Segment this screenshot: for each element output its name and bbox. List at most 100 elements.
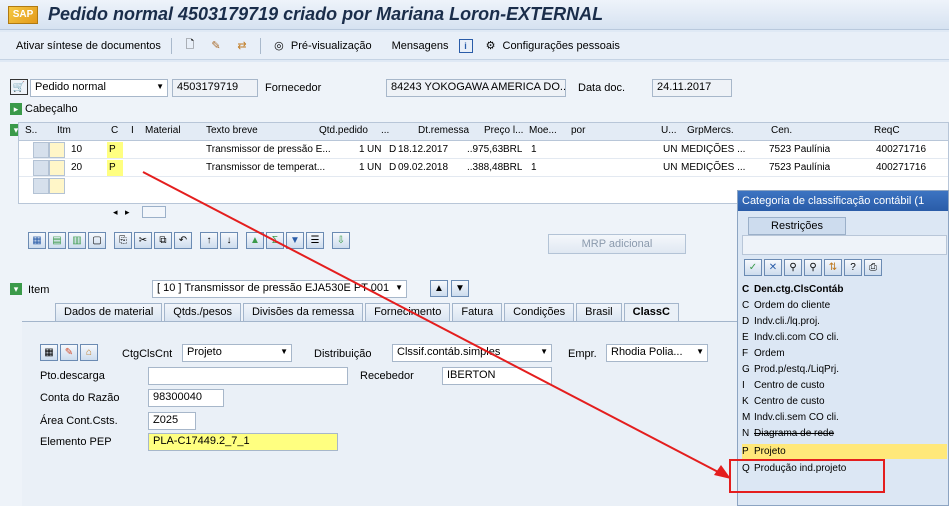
personal-settings-button[interactable]: ⚙ Configurações pessoais [483, 38, 620, 54]
item-select[interactable]: [ 10 ] Transmissor de pressão EJA530E PT… [152, 280, 407, 298]
column-header[interactable]: Itm [57, 125, 71, 136]
acct-category-select[interactable]: Projeto [182, 344, 292, 362]
popup-restrictions-tab[interactable]: Restrições [748, 217, 846, 235]
find-next-icon[interactable]: ⚲ [804, 259, 822, 276]
vendor-field[interactable]: 84243 YOKOGAWA AMERICA DO... [386, 79, 566, 97]
wbs-element-field[interactable]: PLA-C17449.2_7_1 [148, 433, 338, 451]
recipient-field[interactable]: IBERTON [442, 367, 552, 385]
short-text[interactable]: Transmissor de temperat... [204, 160, 334, 176]
scroll-handle[interactable] [142, 206, 166, 218]
cancel-icon[interactable]: ✕ [764, 259, 782, 276]
price-unit[interactable]: 1 [529, 160, 537, 176]
date-type[interactable]: D [387, 160, 396, 176]
edit-icon[interactable]: ✎ [60, 344, 78, 361]
sort-desc-icon[interactable]: ↓ [220, 232, 238, 249]
table-row[interactable]: 20 P Transmissor de temperat... 1 UN D 0… [19, 160, 948, 177]
tab-account-assignment[interactable]: ClassC [623, 303, 679, 321]
info-button[interactable]: i [458, 38, 473, 53]
row-selector[interactable] [49, 142, 65, 158]
layout-icon[interactable]: ☰ [306, 232, 324, 249]
filter-set-icon[interactable]: ▼ [286, 232, 304, 249]
quantity[interactable]: 1 [357, 142, 365, 158]
item-expand-icon[interactable]: ▾ [10, 283, 22, 295]
help-icon[interactable]: ? [844, 259, 862, 276]
messages-button[interactable]: Mensagens [392, 40, 449, 52]
tab-brazil[interactable]: Brasil [576, 303, 622, 321]
net-price[interactable]: ..975,63 [465, 142, 503, 158]
find-icon[interactable]: ⚲ [784, 259, 802, 276]
column-header[interactable]: Moe... [529, 125, 557, 136]
list-item[interactable]: K Centro de custo [742, 394, 947, 409]
company-select[interactable]: Rhodia Polia... [606, 344, 708, 362]
scroll-right-icon[interactable]: ▸ [125, 207, 130, 218]
column-header[interactable]: I [131, 125, 134, 136]
doc-number-field[interactable]: 4503179719 [172, 79, 258, 97]
net-price[interactable]: ..388,48 [465, 160, 503, 176]
sum-icon[interactable]: Σ [266, 232, 284, 249]
column-header[interactable]: S.. [25, 125, 37, 136]
filter-icon[interactable]: ▲ [246, 232, 264, 249]
previous-item-icon[interactable]: ▲ [430, 280, 448, 297]
column-header[interactable]: Texto breve [206, 125, 258, 136]
table-row[interactable]: 10 P Transmissor de pressão E... 1 UN D … [19, 142, 948, 159]
list-item[interactable]: I Centro de custo [742, 378, 947, 393]
list-item[interactable]: F Ordem [742, 346, 947, 361]
doc-summary-button[interactable]: Ativar síntese de documentos [16, 40, 161, 52]
copy-icon[interactable]: ⎘ [114, 232, 132, 249]
item-number[interactable]: 10 [69, 142, 109, 158]
sort-asc-icon[interactable]: ↑ [200, 232, 218, 249]
confirm-icon[interactable]: ✓ [744, 259, 762, 276]
column-header[interactable]: ReqC [874, 125, 900, 136]
sort-icon[interactable]: ⇅ [824, 259, 842, 276]
unit[interactable]: UN [661, 160, 677, 176]
doc-date-field[interactable]: 24.11.2017 [652, 79, 732, 97]
delete-icon[interactable]: ▢ [88, 232, 106, 249]
date-type[interactable]: D [387, 142, 396, 158]
column-header[interactable]: por [571, 125, 585, 136]
currency[interactable]: BRL [501, 142, 522, 158]
tab-conditions[interactable]: Condições [504, 303, 575, 321]
tab-invoice[interactable]: Fatura [452, 303, 503, 321]
material-group[interactable]: MEDIÇÕES ... [679, 142, 764, 158]
unit[interactable]: UN [661, 142, 677, 158]
row-selector[interactable] [33, 142, 49, 158]
details-icon[interactable]: ▦ [28, 232, 46, 249]
tab-material-data[interactable]: Dados de material [55, 303, 163, 321]
currency[interactable]: BRL [501, 160, 522, 176]
column-header[interactable]: Qtd.pedido [319, 125, 368, 136]
export-icon[interactable]: ⇩ [332, 232, 350, 249]
doc-type-select[interactable]: Pedido normal [30, 79, 168, 97]
controlling-area-field[interactable]: Z025 [148, 412, 196, 430]
house-icon[interactable]: ⌂ [80, 344, 98, 361]
display-change-button[interactable]: ✎ [208, 38, 224, 54]
list-item[interactable]: G Prod.p/estq./LiqPrj. [742, 362, 947, 377]
tab-delivery-schedule[interactable]: Divisões da remessa [242, 303, 364, 321]
column-header[interactable]: ... [381, 125, 389, 136]
plant[interactable]: 7523 Paulínia [767, 160, 830, 176]
print-icon[interactable]: ⎙ [864, 259, 882, 276]
row-selector[interactable] [49, 178, 65, 194]
row-selector[interactable] [49, 160, 65, 176]
requisition[interactable]: 400271716 [874, 142, 926, 158]
row-selector[interactable] [33, 160, 49, 176]
list-item[interactable]: M Indv.cli.sem CO cli. [742, 410, 947, 425]
next-item-icon[interactable]: ▼ [451, 280, 469, 297]
other-document-button[interactable]: ⇄ [234, 38, 250, 54]
order-unit[interactable]: UN [365, 142, 381, 158]
unloading-point-field[interactable] [148, 367, 348, 385]
new-document-button[interactable]: 🗋 [182, 38, 198, 54]
column-header[interactable]: Dt.remessa [418, 125, 469, 136]
select-all-icon[interactable]: ▤ [48, 232, 66, 249]
column-header[interactable]: Cen. [771, 125, 792, 136]
acct-assignment-cell[interactable]: P [107, 160, 123, 176]
gl-account-field[interactable]: 98300040 [148, 389, 224, 407]
delivery-date[interactable]: 09.02.2018 [396, 160, 448, 176]
list-item[interactable]: D Indv.cli./lq.proj. [742, 314, 947, 329]
short-text[interactable]: Transmissor de pressão E... [204, 142, 334, 158]
list-item-selected[interactable]: P Projeto [742, 444, 947, 459]
material-group[interactable]: MEDIÇÕES ... [679, 160, 764, 176]
list-item[interactable]: E Indv.cli.com CO cli. [742, 330, 947, 345]
list-item[interactable]: C Ordem do cliente [742, 298, 947, 313]
quantity[interactable]: 1 [357, 160, 365, 176]
distribution-select[interactable]: Clssif.contáb.simples [392, 344, 552, 362]
